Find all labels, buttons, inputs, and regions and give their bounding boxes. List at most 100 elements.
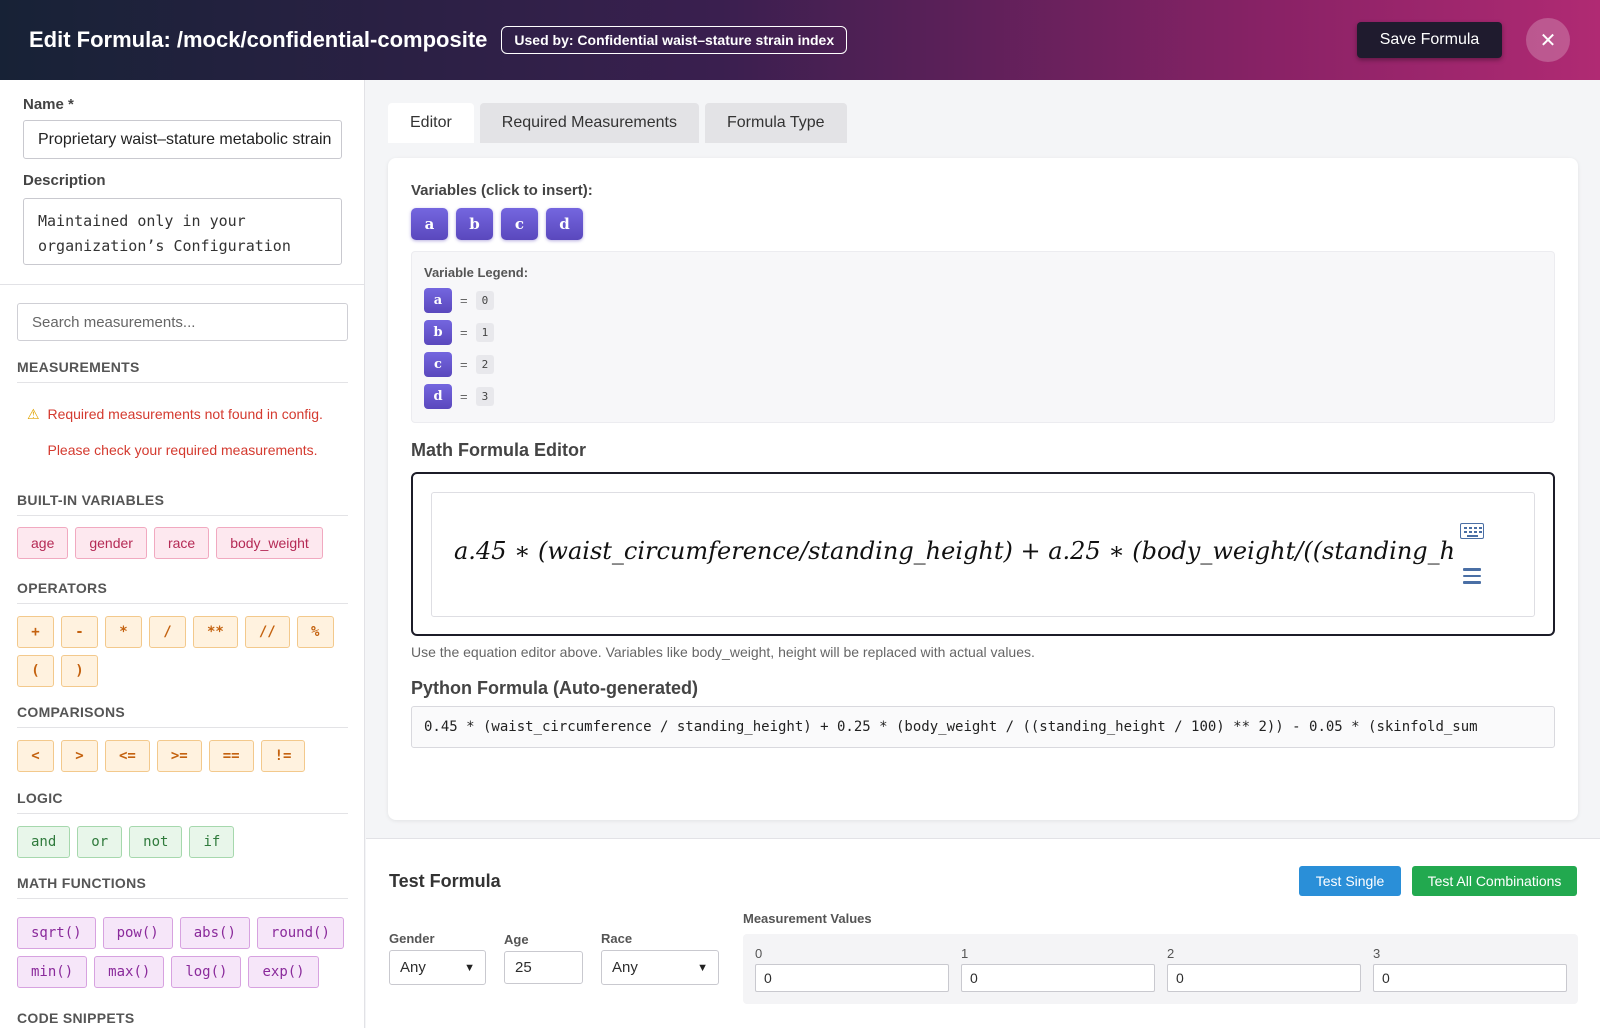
gender-select-value: Any [400, 959, 426, 976]
math-exp[interactable]: exp() [248, 956, 319, 988]
comparison-gt[interactable]: > [61, 740, 98, 772]
math-abs[interactable]: abs() [179, 917, 250, 949]
builtin-chip-body-weight[interactable]: body_weight [216, 527, 323, 559]
left-sidebar: Name * Proprietary waist–stature metabol… [0, 80, 365, 1028]
operators-section-title: OPERATORS [17, 580, 348, 604]
python-formula-field[interactable]: 0.45 * (waist_circumference / standing_h… [411, 706, 1555, 748]
comparisons-list: < > <= >= == != [17, 740, 352, 772]
operator-floor-divide[interactable]: // [244, 616, 290, 648]
measurement-label: 0 [755, 946, 763, 961]
measurement-values-panel: 0 0 1 0 2 0 3 0 [743, 934, 1578, 1004]
tab-formula-type[interactable]: Formula Type [705, 103, 847, 143]
warning-text: Required measurements not found in confi… [47, 406, 323, 422]
menu-icon[interactable] [1463, 568, 1481, 588]
tab-editor[interactable]: Editor [388, 103, 474, 143]
legend-value: 3 [475, 387, 495, 406]
logic-if[interactable]: if [189, 826, 235, 858]
operator-plus[interactable]: + [17, 616, 54, 648]
name-input[interactable]: Proprietary waist–stature metabolic stra… [23, 120, 342, 159]
comparison-neq[interactable]: != [260, 740, 306, 772]
virtual-keyboard-icon[interactable] [1460, 523, 1484, 539]
age-input[interactable]: 25 [504, 951, 583, 984]
legend-value: 2 [475, 355, 495, 374]
comparisons-section-title: COMPARISONS [17, 704, 348, 728]
editor-card: Variables (click to insert): a b c d Var… [388, 158, 1578, 820]
comparison-lte[interactable]: <= [105, 740, 150, 772]
math-round[interactable]: round() [256, 917, 344, 949]
chevron-down-icon: ▼ [697, 961, 708, 974]
operators-list: + - * / ** // % ( ) [17, 616, 352, 687]
tab-required-measurements[interactable]: Required Measurements [479, 103, 699, 143]
legend-value: 0 [475, 291, 495, 310]
variable-button-c[interactable]: c [501, 208, 538, 240]
legend-row: a = 0 [424, 288, 495, 313]
builtin-variables-list: age gender race body_weight [17, 527, 352, 559]
operator-multiply[interactable]: * [105, 616, 142, 648]
math-formula-display: a.45 ∗ (waist_circumference/standing_hei… [454, 537, 1454, 565]
operator-minus[interactable]: - [61, 616, 98, 648]
close-icon[interactable]: ✕ [1526, 18, 1570, 62]
legend-var: b [424, 320, 452, 345]
variables-title: Variables (click to insert): [411, 182, 593, 199]
test-single-button[interactable]: Test Single [1299, 866, 1401, 896]
chevron-down-icon: ▼ [464, 961, 475, 974]
comparison-eq[interactable]: == [208, 740, 254, 772]
logic-or[interactable]: or [77, 826, 123, 858]
builtin-chip-age[interactable]: age [17, 527, 69, 559]
measurement-label: 1 [961, 946, 969, 961]
race-select[interactable]: Any ▼ [601, 950, 719, 985]
warning-hint: Please check your required measurements. [47, 442, 318, 458]
legend-equals: = [460, 357, 468, 372]
math-log[interactable]: log() [171, 956, 242, 988]
math-editor-frame: a.45 ∗ (waist_circumference/standing_hei… [411, 472, 1555, 636]
legend-row: c = 2 [424, 352, 495, 377]
variable-button-d[interactable]: d [546, 208, 583, 240]
measurement-values-title: Measurement Values [743, 911, 872, 926]
legend-row: d = 3 [424, 384, 495, 409]
save-formula-button[interactable]: Save Formula [1357, 22, 1502, 58]
test-formula-section: Test Formula Test Single Test All Combin… [366, 839, 1600, 1028]
legend-value: 1 [475, 323, 495, 342]
description-textarea[interactable]: Maintained only in your organization’s C… [23, 198, 342, 265]
race-label: Race [601, 931, 633, 946]
operator-power[interactable]: ** [193, 616, 238, 648]
operator-divide[interactable]: / [149, 616, 186, 648]
math-editor-title: Math Formula Editor [411, 440, 586, 460]
measurement-input[interactable]: 0 [1167, 964, 1361, 992]
builtin-chip-gender[interactable]: gender [75, 527, 147, 559]
measurement-input[interactable]: 0 [755, 964, 949, 992]
modal-title: Edit Formula: /mock/confidential-composi… [29, 27, 488, 52]
legend-equals: = [460, 293, 468, 308]
warning-icon: ⚠ [27, 406, 40, 422]
logic-not[interactable]: not [129, 826, 183, 858]
legend-equals: = [460, 325, 468, 340]
builtin-chip-race[interactable]: race [153, 527, 210, 559]
math-min[interactable]: min() [17, 956, 88, 988]
name-label: Name * [23, 96, 74, 113]
math-functions-list: sqrt() pow() abs() round() min() max() l… [17, 917, 352, 988]
logic-and[interactable]: and [17, 826, 71, 858]
measurement-input[interactable]: 0 [961, 964, 1155, 992]
comparison-gte[interactable]: >= [156, 740, 202, 772]
operator-close-paren[interactable]: ) [61, 655, 98, 687]
math-sqrt[interactable]: sqrt() [17, 917, 96, 949]
logic-list: and or not if [17, 826, 352, 858]
math-field[interactable]: a.45 ∗ (waist_circumference/standing_hei… [431, 492, 1535, 617]
gender-select[interactable]: Any ▼ [389, 950, 486, 985]
measurements-section-title: MEASUREMENTS [17, 359, 348, 383]
math-max[interactable]: max() [94, 956, 165, 988]
test-all-combinations-button[interactable]: Test All Combinations [1412, 866, 1577, 896]
search-measurements-input[interactable]: Search measurements... [17, 303, 348, 341]
test-formula-title: Test Formula [389, 871, 501, 891]
comparison-lt[interactable]: < [17, 740, 54, 772]
variable-button-a[interactable]: a [411, 208, 448, 240]
legend-equals: = [460, 389, 468, 404]
variable-button-b[interactable]: b [456, 208, 493, 240]
gender-label: Gender [389, 931, 435, 946]
description-label: Description [23, 172, 106, 189]
main-panel: Editor Required Measurements Formula Typ… [366, 80, 1600, 1028]
operator-modulo[interactable]: % [296, 616, 334, 648]
math-pow[interactable]: pow() [102, 917, 173, 949]
measurement-input[interactable]: 0 [1373, 964, 1567, 992]
operator-open-paren[interactable]: ( [17, 655, 54, 687]
